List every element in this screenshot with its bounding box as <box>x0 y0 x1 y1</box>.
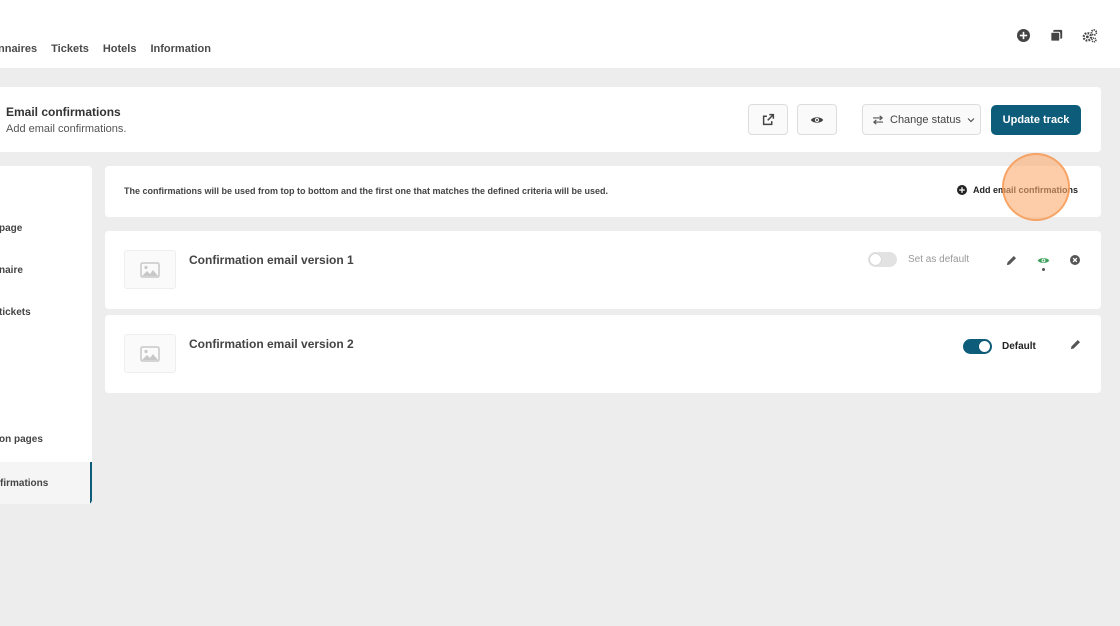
sidebar-item-questionnaire[interactable]: naire <box>0 265 23 276</box>
nav-item-tickets[interactable]: Tickets <box>51 43 89 55</box>
sidebar-item-tickets[interactable]: tickets <box>0 307 31 318</box>
image-placeholder-icon <box>124 334 176 373</box>
preview-eye-icon[interactable] <box>1036 253 1050 267</box>
active-indicator-dot <box>1042 268 1045 271</box>
external-link-icon <box>762 113 774 126</box>
info-text: The confirmations will be used from top … <box>124 186 609 196</box>
delete-x-icon[interactable] <box>1068 253 1082 267</box>
eye-icon <box>810 116 824 123</box>
nav-item-information[interactable]: Information <box>150 43 211 55</box>
top-icons <box>1015 27 1098 44</box>
plus-circle-icon[interactable] <box>1015 27 1032 44</box>
nav-item-hotels[interactable]: Hotels <box>103 43 137 55</box>
email-confirmation-card: Confirmation email version 1 Set as defa… <box>105 231 1101 309</box>
toggle-label: Default <box>1002 341 1036 352</box>
add-email-confirmation-label: Add email confirmations <box>973 185 1079 195</box>
change-status-label: Change status <box>890 113 961 126</box>
email-name: Confirmation email version 1 <box>189 253 354 267</box>
top-bar: nnaires Tickets Hotels Information <box>0 0 1120 68</box>
page-title: Email confirmations <box>6 105 121 119</box>
sidebar-item-email-confirmations[interactable]: firmations <box>0 462 92 504</box>
sidebar: page naire tickets on pages firmations <box>0 166 92 504</box>
toggle-label: Set as default <box>908 254 970 265</box>
swap-icon <box>872 114 884 125</box>
image-placeholder-icon <box>124 250 176 289</box>
plus-circle-icon <box>957 185 967 195</box>
open-external-button[interactable] <box>748 104 788 135</box>
sidebar-item-label: firmations <box>0 477 49 489</box>
preview-button[interactable] <box>797 104 837 135</box>
top-nav: nnaires Tickets Hotels Information <box>0 43 225 55</box>
edit-pencil-icon[interactable] <box>1004 253 1018 267</box>
update-track-button[interactable]: Update track <box>991 105 1081 135</box>
email-name: Confirmation email version 2 <box>189 337 354 351</box>
default-toggle[interactable] <box>963 339 992 354</box>
sidebar-item-page[interactable]: page <box>0 223 22 234</box>
info-banner: The confirmations will be used from top … <box>105 166 1101 217</box>
page-subtitle: Add email confirmations. <box>6 123 127 135</box>
edit-pencil-icon[interactable] <box>1068 337 1082 351</box>
email-confirmation-card: Confirmation email version 2 Default <box>105 315 1101 393</box>
sidebar-item-confirmation-pages[interactable]: on pages <box>0 434 43 445</box>
chevron-down-icon <box>967 117 975 122</box>
page-header: Email confirmations Add email confirmati… <box>0 87 1101 152</box>
default-toggle[interactable] <box>868 252 897 267</box>
change-status-button[interactable]: Change status <box>862 104 981 135</box>
copy-icon[interactable] <box>1048 27 1065 44</box>
nav-item-questionnaires[interactable]: nnaires <box>0 43 37 55</box>
add-email-confirmation-button[interactable]: Add email confirmations <box>957 185 1078 195</box>
cogs-icon[interactable] <box>1081 27 1098 44</box>
